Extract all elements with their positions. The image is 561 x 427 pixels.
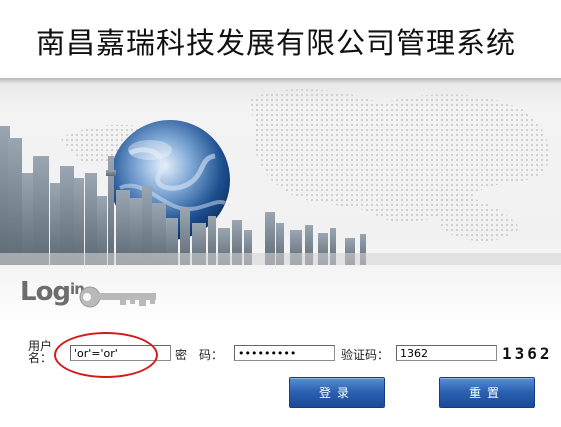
login-button[interactable]: 登录 bbox=[289, 377, 385, 408]
captcha-image[interactable]: 1362 bbox=[502, 344, 553, 363]
password-input[interactable] bbox=[234, 345, 335, 361]
key-icon bbox=[79, 286, 156, 308]
reset-button[interactable]: 重置 bbox=[439, 377, 535, 408]
login-logo: Login bbox=[20, 277, 85, 307]
system-title: 南昌嘉瑞科技发展有限公司管理系统 bbox=[36, 26, 517, 60]
city-globe-banner bbox=[0, 78, 561, 265]
header: 南昌嘉瑞科技发展有限公司管理系统 bbox=[0, 0, 561, 78]
login-page: 南昌嘉瑞科技发展有限公司管理系统 Login 用户名： 'or'='or' 密 … bbox=[0, 0, 561, 427]
login-form: Login 用户名： 密 码： 验证码： 1362 登录 重置 bbox=[0, 265, 561, 427]
captcha-input[interactable] bbox=[396, 345, 497, 361]
username-label: 用户名： bbox=[28, 339, 53, 365]
banner-illustration bbox=[0, 88, 561, 265]
login-logo-main: Log bbox=[20, 277, 71, 307]
annotation-circle bbox=[54, 332, 158, 378]
password-label: 密 码： bbox=[175, 348, 224, 362]
captcha-label: 验证码： bbox=[341, 348, 390, 362]
